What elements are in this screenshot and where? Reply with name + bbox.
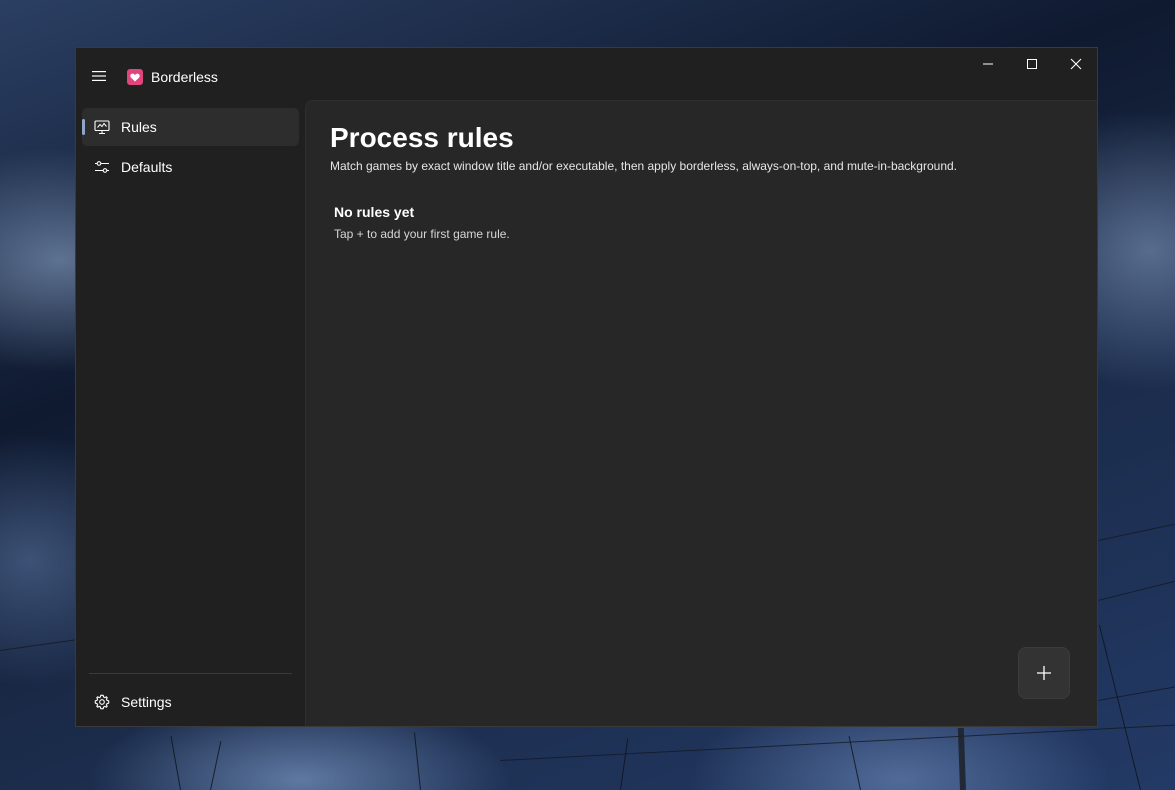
wallpaper-grass bbox=[170, 735, 181, 790]
hamburger-menu-icon[interactable] bbox=[87, 64, 111, 88]
wallpaper-post bbox=[957, 727, 966, 790]
app-window: Borderless Rules Defaults Settings Proce… bbox=[75, 47, 1098, 727]
sidebar-item-rules[interactable]: Rules bbox=[82, 108, 299, 146]
close-icon bbox=[1070, 58, 1082, 70]
main-content: Process rules Match games by exact windo… bbox=[305, 100, 1097, 726]
title-bar[interactable]: Borderless bbox=[76, 48, 1097, 100]
selection-indicator bbox=[82, 119, 85, 135]
plus-icon bbox=[1037, 666, 1051, 680]
close-button[interactable] bbox=[1054, 48, 1098, 80]
desktop-wallpaper: Borderless Rules Defaults Settings Proce… bbox=[0, 0, 1175, 790]
sidebar-item-label: Settings bbox=[121, 694, 172, 710]
wallpaper-grass bbox=[848, 736, 861, 790]
wallpaper-grass bbox=[210, 740, 222, 790]
sidebar-divider bbox=[89, 673, 292, 674]
page-title: Process rules bbox=[330, 122, 514, 153]
monitor-icon bbox=[94, 119, 110, 135]
app-title: Borderless bbox=[151, 69, 218, 85]
add-rule-button[interactable] bbox=[1018, 647, 1070, 699]
heart-app-icon bbox=[127, 69, 143, 85]
wallpaper-grass bbox=[1098, 624, 1141, 790]
sidebar-item-defaults[interactable]: Defaults bbox=[82, 148, 299, 186]
gear-icon bbox=[94, 694, 110, 710]
empty-state-title: No rules yet bbox=[334, 204, 415, 220]
wallpaper-grass bbox=[620, 738, 629, 790]
navigation-sidebar: Rules Defaults Settings bbox=[76, 100, 305, 726]
sliders-icon bbox=[94, 159, 110, 175]
sidebar-item-settings[interactable]: Settings bbox=[82, 683, 299, 721]
wallpaper-wire bbox=[1098, 578, 1175, 601]
wallpaper-grass bbox=[413, 732, 421, 790]
wallpaper-wire bbox=[500, 724, 1175, 761]
empty-state-subtitle: Tap + to add your first game rule. bbox=[334, 227, 510, 241]
maximize-button[interactable] bbox=[1010, 48, 1054, 80]
wallpaper-wire bbox=[1098, 684, 1175, 701]
page-subtitle: Match games by exact window title and/or… bbox=[330, 159, 958, 173]
sidebar-item-label: Defaults bbox=[121, 159, 173, 175]
sidebar-item-label: Rules bbox=[121, 119, 157, 135]
maximize-icon bbox=[1027, 59, 1037, 69]
wallpaper-wire bbox=[1098, 521, 1175, 541]
minimize-button[interactable] bbox=[966, 48, 1010, 80]
minimize-icon bbox=[983, 63, 993, 65]
